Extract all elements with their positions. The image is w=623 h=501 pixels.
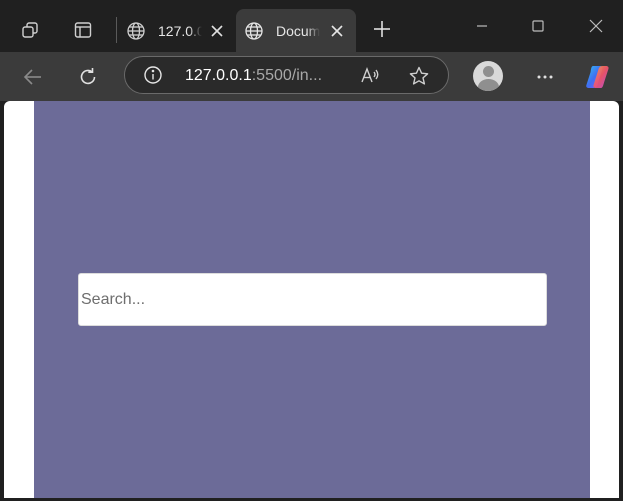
close-icon[interactable] — [579, 10, 613, 42]
avatar-head — [483, 66, 494, 77]
tab-title: Document — [276, 23, 320, 39]
minimize-icon[interactable] — [465, 10, 499, 42]
workspaces-icon[interactable] — [13, 13, 47, 47]
url-host: 127.0.0.1 — [185, 67, 252, 84]
plus-icon[interactable] — [366, 13, 398, 45]
maximize-icon[interactable] — [521, 10, 555, 42]
close-tab-icon[interactable] — [207, 21, 227, 41]
page-viewport — [4, 101, 619, 498]
refresh-icon[interactable] — [71, 60, 105, 94]
tab-active[interactable]: Document — [236, 9, 356, 52]
url-path: :5500/in... — [251, 67, 323, 84]
globe-icon — [126, 21, 146, 41]
info-icon[interactable] — [143, 65, 163, 85]
search-input[interactable] — [78, 273, 547, 326]
read-aloud-icon[interactable] — [359, 65, 381, 87]
browser-toolbar: 127.0.0.1:5500/in... — [0, 52, 623, 101]
browser-window: 127.0.0.1:5500/index.html Document — [0, 0, 623, 501]
avatar-body — [478, 79, 499, 91]
back-arrow-icon[interactable] — [16, 60, 50, 94]
url-text[interactable]: 127.0.0.1:5500/in... — [185, 67, 335, 85]
profile-icon[interactable] — [473, 61, 503, 91]
copilot-icon[interactable] — [581, 60, 615, 94]
content-panel — [34, 101, 590, 498]
tab-separator — [116, 17, 117, 43]
globe-icon — [244, 21, 264, 41]
vertical-tabs-icon[interactable] — [66, 13, 100, 47]
address-bar[interactable]: 127.0.0.1:5500/in... — [124, 56, 449, 94]
tab-inactive[interactable]: 127.0.0.1:5500/index.html — [118, 9, 234, 52]
more-icon[interactable] — [528, 60, 562, 94]
tab-title: 127.0.0.1:5500/index.html — [158, 23, 202, 39]
star-icon[interactable] — [408, 65, 430, 87]
tab-strip: 127.0.0.1:5500/index.html Document — [0, 0, 623, 52]
close-tab-icon[interactable] — [327, 21, 347, 41]
